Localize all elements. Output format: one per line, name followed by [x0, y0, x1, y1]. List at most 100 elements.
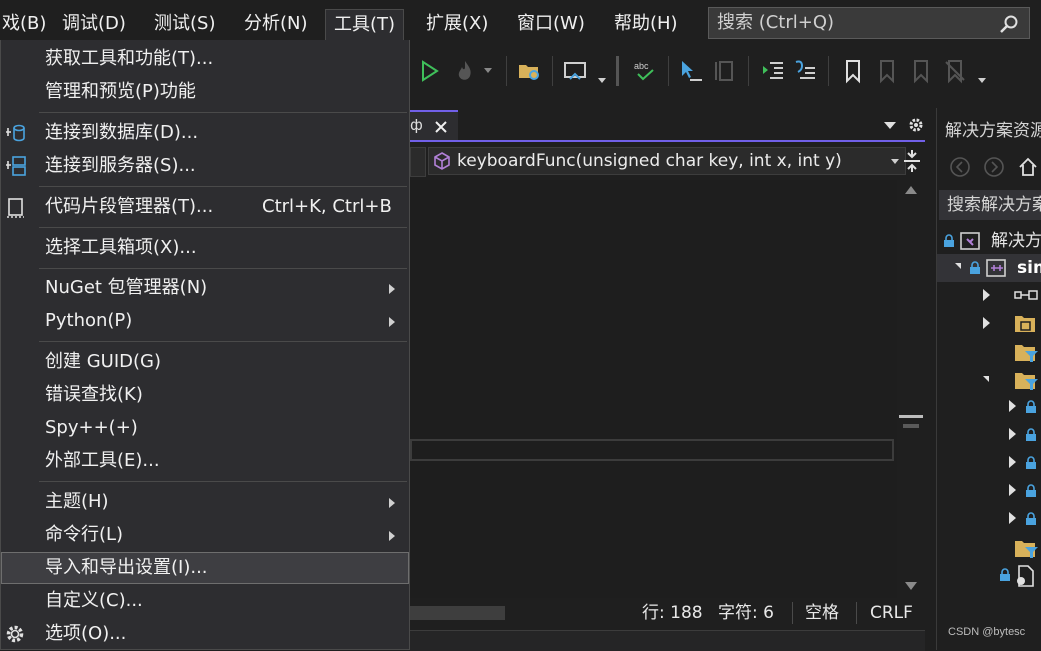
editor-accent-line: [410, 140, 925, 142]
line-number[interactable]: 行: 188: [642, 600, 703, 626]
comment-icon[interactable]: [792, 58, 818, 84]
menu-item-label: 连接到数据库(D)...: [45, 122, 199, 143]
search-icon: [1000, 15, 1018, 33]
menu-item-label: 主题(H): [45, 491, 109, 512]
whitespace-mode[interactable]: 空格: [805, 600, 839, 626]
menu-tools[interactable]: 工具(T): [325, 9, 405, 42]
scroll-down-icon[interactable]: [905, 582, 917, 590]
next-bookmark-icon[interactable]: [908, 58, 934, 84]
split-editor-icon[interactable]: [902, 148, 922, 174]
prev-bookmark-icon[interactable]: [874, 58, 900, 84]
menu-item-manage-preview[interactable]: 管理和预览(P)功能: [1, 76, 409, 108]
menu-debug[interactable]: 调试(D): [54, 9, 134, 39]
function-dropdown[interactable]: keyboardFunc(unsigned char key, int x, i…: [428, 147, 906, 175]
format-icon[interactable]: [712, 58, 738, 84]
collapsed-arrow-icon[interactable]: [1009, 484, 1016, 496]
scroll-up-icon[interactable]: [905, 186, 917, 194]
close-icon[interactable]: [434, 120, 448, 134]
spell-check-icon[interactable]: abc: [632, 58, 658, 84]
menu-extensions[interactable]: 扩展(X): [418, 9, 496, 39]
expanded-arrow-icon[interactable]: [983, 376, 989, 382]
current-line-highlight: [410, 439, 894, 461]
gear-icon[interactable]: [907, 116, 925, 134]
menu-item-label: 选项(O)...: [45, 623, 127, 644]
menu-item-get-tools[interactable]: 获取工具和功能(T)...: [1, 43, 409, 75]
menu-item-command-line[interactable]: 命令行(L): [1, 519, 409, 551]
menu-item-customize[interactable]: 自定义(C)...: [1, 585, 409, 617]
scroll-thumb[interactable]: [899, 415, 923, 418]
hot-reload-icon[interactable]: [452, 58, 478, 84]
search-box[interactable]: 搜索 (Ctrl+Q): [708, 7, 1030, 39]
collapsed-arrow-icon[interactable]: [1009, 456, 1016, 468]
code-editor[interactable]: [410, 180, 897, 598]
scope-dropdown[interactable]: [410, 147, 426, 177]
menu-window[interactable]: 窗口(W): [509, 9, 593, 39]
menu-item-spy[interactable]: Spy++(+): [1, 412, 409, 444]
toolbar-separator: [506, 56, 507, 86]
char-number[interactable]: 字符: 6: [718, 600, 774, 626]
menu-item-external-tools[interactable]: 外部工具(E)...: [1, 445, 409, 477]
filter-folder-icon[interactable]: [1013, 369, 1039, 391]
lock-icon: [1000, 568, 1010, 581]
filter-folder-icon[interactable]: [1013, 537, 1039, 559]
project-label: sim: [1017, 258, 1041, 278]
menu-item-connect-server[interactable]: 连接到服务器(S)...: [1, 150, 409, 182]
select-element-icon[interactable]: [678, 58, 704, 84]
bookmark-icon[interactable]: [840, 58, 866, 84]
vertical-scrollbar[interactable]: [897, 180, 925, 598]
line-ending[interactable]: CRLF: [870, 600, 913, 626]
menu-item-error-lookup[interactable]: 错误查找(K): [1, 379, 409, 411]
menu-item-create-guid[interactable]: 创建 GUID(G): [1, 346, 409, 378]
references-icon[interactable]: [1013, 286, 1039, 304]
menu-item-connect-database[interactable]: 连接到数据库(D)...: [1, 117, 409, 149]
collapsed-arrow-icon[interactable]: [1009, 512, 1016, 524]
menu-item-choose-toolbox[interactable]: 选择工具箱项(X)...: [1, 232, 409, 264]
menu-build[interactable]: 戏(B): [0, 9, 54, 39]
file-icon[interactable]: [1013, 564, 1037, 588]
status-separator: [792, 602, 793, 624]
menu-item-label: 外部工具(E)...: [45, 450, 160, 471]
toolbar-overflow-icon[interactable]: [978, 78, 986, 83]
menu-help[interactable]: 帮助(H): [606, 9, 686, 39]
solution-search-box[interactable]: 搜索解决方案: [939, 190, 1041, 220]
expanded-arrow-icon[interactable]: [955, 263, 961, 269]
browser-link-icon[interactable]: [562, 58, 588, 84]
menu-test[interactable]: 测试(S): [146, 9, 223, 39]
function-name: keyboardFunc(unsigned char key, int x, i…: [457, 151, 842, 171]
outdent-icon[interactable]: [760, 58, 786, 84]
collapsed-arrow-icon[interactable]: [983, 289, 990, 301]
forward-icon[interactable]: [983, 156, 1005, 178]
toolbar-separator: [668, 56, 669, 86]
collapsed-arrow-icon[interactable]: [1009, 400, 1016, 412]
hot-reload-dropdown-icon[interactable]: [484, 68, 492, 73]
open-folder-icon[interactable]: [516, 58, 542, 84]
svg-text:abc: abc: [634, 61, 649, 71]
menu-item-snippets-manager[interactable]: 代码片段管理器(T)... Ctrl+K, Ctrl+B: [1, 191, 409, 223]
menu-item-import-export-settings[interactable]: 导入和导出设置(I)...: [1, 552, 409, 584]
home-icon[interactable]: [1017, 156, 1039, 178]
menu-item-theme[interactable]: 主题(H): [1, 486, 409, 518]
tab-list-dropdown-icon[interactable]: [884, 122, 896, 129]
watermark: CSDN @bytesc: [948, 626, 1026, 638]
status-separator: [856, 602, 857, 624]
horizontal-scrollbar[interactable]: [410, 600, 599, 626]
back-icon[interactable]: [949, 156, 971, 178]
collapsed-arrow-icon[interactable]: [983, 317, 990, 329]
filter-folder-icon[interactable]: [1013, 341, 1039, 363]
browser-dropdown-icon[interactable]: [598, 78, 606, 83]
menu-item-python[interactable]: Python(P): [1, 305, 409, 337]
horizontal-scroll-thumb[interactable]: [410, 606, 505, 620]
menu-item-nuget[interactable]: NuGet 包管理器(N): [1, 272, 409, 304]
menu-item-label: 代码片段管理器(T)...: [45, 196, 214, 217]
menu-item-shortcut: Ctrl+K, Ctrl+B: [262, 196, 392, 217]
lock-icon: [970, 261, 980, 274]
menu-item-options[interactable]: 选项(O)...: [1, 618, 409, 650]
document-tab[interactable]: ф: [410, 110, 458, 142]
toolbar-grip: [616, 56, 619, 86]
lock-icon: [1026, 456, 1036, 469]
clear-bookmarks-icon[interactable]: [942, 58, 968, 84]
collapsed-arrow-icon[interactable]: [1009, 428, 1016, 440]
external-deps-icon[interactable]: [1013, 312, 1037, 334]
start-debug-icon[interactable]: [416, 58, 442, 84]
menu-analyze[interactable]: 分析(N): [236, 9, 316, 39]
